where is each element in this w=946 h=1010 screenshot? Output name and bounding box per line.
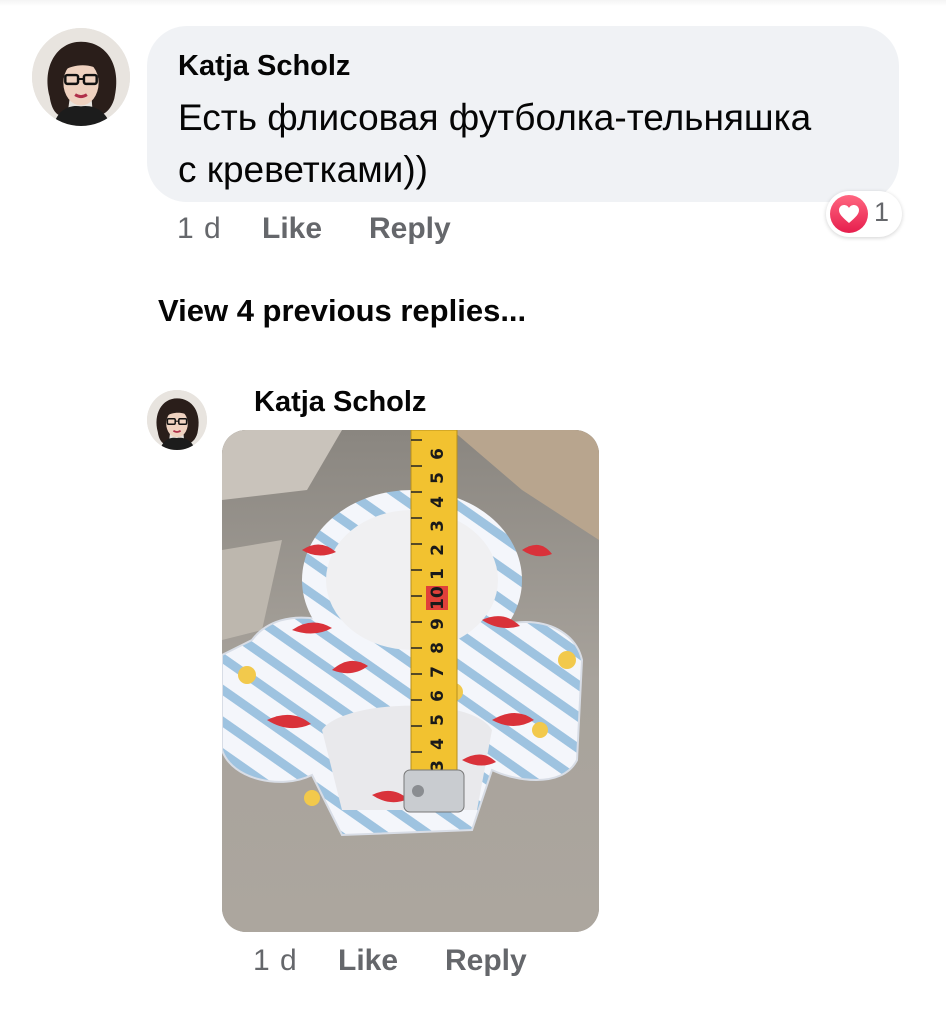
comment-meta-reply: Reply xyxy=(369,212,451,246)
comment-text-line: Есть флисовая футболка-тельняшка xyxy=(178,97,812,138)
tape-number: 2 xyxy=(428,544,448,556)
avatar[interactable] xyxy=(32,28,130,126)
reply-author[interactable]: Katja Scholz xyxy=(254,386,426,419)
profile-photo xyxy=(147,390,207,450)
tape-number: 5 xyxy=(428,472,448,484)
love-reaction-icon xyxy=(830,195,868,233)
view-previous-replies-link[interactable]: View 4 previous replies... xyxy=(158,293,526,329)
tape-number: 6 xyxy=(428,448,448,460)
reaction-summary[interactable]: 1 xyxy=(826,191,902,237)
tape-number: 3 xyxy=(428,520,448,532)
profile-photo xyxy=(32,28,130,126)
reaction-count: 1 xyxy=(874,197,890,227)
reply-photo[interactable]: 3 4 5 6 7 8 9 10 1 2 3 4 5 6 xyxy=(222,430,599,932)
avatar[interactable] xyxy=(147,390,207,450)
tape-number: 4 xyxy=(428,738,448,750)
like-button[interactable]: Like xyxy=(262,212,322,245)
tape-number: 8 xyxy=(428,642,448,654)
reply-meta: 1 d xyxy=(253,944,298,978)
reply-button[interactable]: Reply xyxy=(445,944,527,977)
reply-meta-reply: Reply xyxy=(445,944,527,978)
comment-meta-like: Like xyxy=(262,212,322,246)
comment-text-line: с креветками)) xyxy=(178,149,428,190)
tape-number: 6 xyxy=(428,690,448,702)
tape-number: 10 xyxy=(428,586,448,610)
like-button[interactable]: Like xyxy=(338,944,398,977)
tape-number: 9 xyxy=(428,618,448,630)
comment-meta: 1 d xyxy=(177,212,222,246)
tape-number: 4 xyxy=(428,496,448,508)
comment-timestamp[interactable]: 1 d xyxy=(177,212,222,245)
tape-number: 1 xyxy=(428,568,448,580)
reply-timestamp[interactable]: 1 d xyxy=(253,944,298,977)
reply-button[interactable]: Reply xyxy=(369,212,451,245)
comment-author[interactable]: Katja Scholz xyxy=(178,50,350,83)
comment-text: Есть флисовая футболка-тельняшка с креве… xyxy=(178,92,878,196)
photo-content: 3 4 5 6 7 8 9 10 1 2 3 4 5 6 xyxy=(222,430,599,932)
top-divider xyxy=(0,0,946,6)
tape-number: 5 xyxy=(428,714,448,726)
tape-number: 7 xyxy=(428,666,448,678)
reply-meta-like: Like xyxy=(338,944,398,978)
